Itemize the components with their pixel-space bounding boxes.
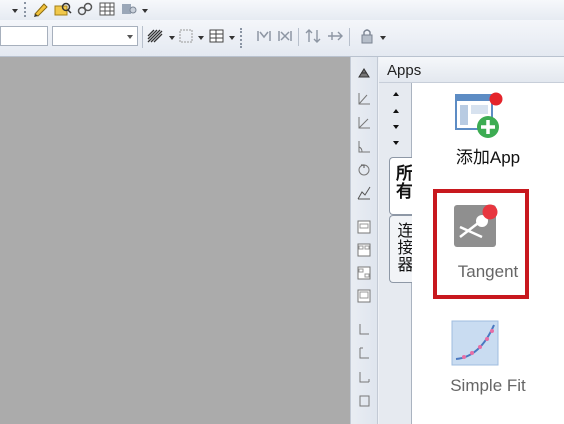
layout-1-icon[interactable] (356, 219, 372, 235)
toolbar-separator (142, 26, 143, 48)
vertical-toolbar (350, 57, 378, 424)
layout-2-icon[interactable] (356, 242, 372, 258)
table-icon[interactable] (98, 1, 116, 17)
table-dropdown-icon[interactable] (229, 36, 235, 40)
stats-icon[interactable] (356, 185, 372, 201)
graph-canvas[interactable] (0, 57, 350, 424)
pattern-fill-icon[interactable] (146, 28, 164, 44)
toolbar-grip[interactable] (24, 2, 28, 17)
axis-angle-icon[interactable] (356, 139, 372, 155)
table-layout-icon[interactable] (208, 28, 226, 44)
apps-panel: Apps 所有 连接器 添加App Tangent Simple Fit (379, 57, 564, 424)
lock-icon[interactable] (358, 28, 376, 44)
corner-3-icon[interactable] (356, 369, 372, 385)
grid-dropdown-icon[interactable] (198, 36, 204, 40)
axis-icon[interactable] (356, 91, 372, 107)
corner-4-icon[interactable] (356, 393, 372, 409)
arrow-cross-icon[interactable] (326, 28, 344, 44)
app-label-add: 添加App (455, 148, 521, 167)
axis-xy-icon[interactable] (356, 115, 372, 131)
toolbar-overflow-icon[interactable] (142, 9, 148, 13)
app-item-simple-fit[interactable]: Simple Fit (412, 319, 564, 409)
apps-list: 添加App Tangent Simple Fit (412, 83, 564, 424)
simple-fit-icon (451, 320, 499, 366)
apps-title: Apps (387, 62, 422, 79)
pencil-icon[interactable] (32, 1, 50, 17)
app-label-simple-fit: Simple Fit (450, 376, 526, 395)
rotate-icon[interactable] (356, 162, 372, 178)
toolbar-separator (298, 28, 299, 46)
selection-highlight (433, 189, 529, 299)
settings-icon[interactable] (120, 1, 138, 17)
corner-2-icon[interactable] (356, 345, 372, 361)
font-combo[interactable] (0, 26, 48, 46)
scroll-bottom-icon[interactable] (393, 141, 399, 145)
scroll-up-icon[interactable] (393, 109, 399, 113)
corner-1-icon[interactable] (356, 321, 372, 337)
layout-3-icon[interactable] (356, 265, 372, 281)
toolbar-grip-2[interactable] (240, 28, 244, 48)
arrows-updown-icon[interactable] (304, 28, 322, 44)
toolbar-separator (349, 28, 350, 46)
toolbar-row-2 (0, 20, 564, 57)
size-combo[interactable] (52, 26, 138, 46)
split-icon[interactable] (276, 28, 294, 44)
add-app-icon (455, 92, 503, 138)
scroll-top-icon[interactable] (393, 92, 399, 96)
link-icon[interactable] (76, 1, 94, 17)
toolbar-overflow-icon[interactable] (380, 36, 386, 40)
merge-icon[interactable] (255, 28, 273, 44)
apps-tab-strip: 所有 连接器 (379, 83, 415, 424)
toolbar-row-1 (0, 0, 564, 21)
apps-header: Apps (379, 57, 564, 83)
app-item-add[interactable]: 添加App (412, 91, 564, 171)
pattern-dropdown-icon[interactable] (169, 36, 175, 40)
chevron-down-icon (127, 35, 133, 39)
layer-icon[interactable] (356, 65, 372, 81)
scroll-down-icon[interactable] (393, 125, 399, 129)
layout-4-icon[interactable] (356, 288, 372, 304)
tab-connectors-label: 连接器 (394, 222, 412, 273)
folder-search-icon[interactable] (54, 1, 72, 17)
toolbar-dropdown-icon[interactable] (12, 9, 18, 13)
grid-icon[interactable] (178, 28, 196, 44)
